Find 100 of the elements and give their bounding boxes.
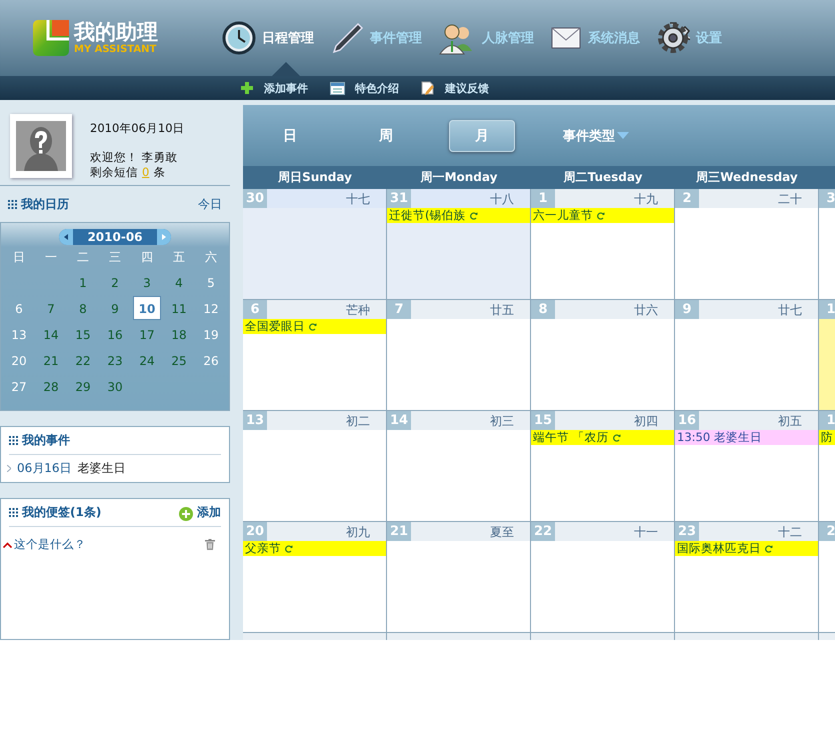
lunar-date: 初九: [346, 524, 371, 541]
day-cell[interactable]: 1: [818, 300, 835, 411]
view-tab[interactable]: 日: [257, 120, 323, 152]
date-cell[interactable]: 21: [37, 348, 65, 372]
date-cell[interactable]: 27: [5, 374, 33, 398]
date-cell[interactable]: 30: [101, 374, 129, 398]
date-cell[interactable]: 6: [5, 296, 33, 320]
day-cell[interactable]: 14 初三: [386, 411, 531, 522]
day-cell[interactable]: 22 十一: [530, 522, 675, 633]
day-cell[interactable]: 3: [818, 189, 835, 300]
calendar-event[interactable]: 国际奥林匹克日: [675, 541, 818, 556]
calendar-event[interactable]: 父亲节: [243, 541, 386, 556]
date-cell[interactable]: 14: [37, 322, 65, 346]
date-cell[interactable]: 13: [5, 322, 33, 346]
date-cell[interactable]: 3: [133, 270, 161, 294]
calendar-event[interactable]: 端午节 「农历: [531, 430, 674, 445]
day-cell[interactable]: 31 十八 迁徙节(锡伯族: [386, 189, 531, 300]
weekday-header: 周一Monday: [387, 166, 531, 189]
calendar-event[interactable]: 六一儿童节: [531, 208, 674, 223]
date-cell[interactable]: 22: [69, 348, 97, 372]
date-cell[interactable]: 1: [69, 270, 97, 294]
calendar-event[interactable]: 防: [819, 430, 835, 445]
nav-tab[interactable]: 事件管理: [330, 21, 428, 55]
day-cell[interactable]: 2 二十: [674, 189, 819, 300]
subnav-link[interactable]: 添加事件: [240, 80, 308, 96]
calendar-event[interactable]: 迁徙节(锡伯族: [387, 208, 530, 223]
logo-icon: [32, 19, 70, 57]
day-cell[interactable]: [386, 633, 531, 640]
date-cell[interactable]: 24: [133, 348, 161, 372]
date-cell[interactable]: 10: [133, 296, 161, 320]
date-cell[interactable]: 18: [165, 322, 193, 346]
date-cell[interactable]: 12: [197, 296, 225, 320]
date-cell[interactable]: 23: [101, 348, 129, 372]
date-cell[interactable]: 19: [197, 322, 225, 346]
nav-tab[interactable]: 人脉管理: [438, 21, 540, 55]
date-cell[interactable]: 7: [37, 296, 65, 320]
right-arrow-icon: [162, 234, 166, 240]
event-type-dropdown[interactable]: 事件类型: [563, 126, 629, 144]
date-cell[interactable]: 17: [133, 322, 161, 346]
day-cell[interactable]: 30 十七: [243, 189, 387, 300]
subnav-link[interactable]: 特色介绍: [330, 80, 399, 96]
repeat-icon: [309, 322, 317, 330]
day-cell[interactable]: 6 芒种 全国爱眼日: [243, 300, 387, 411]
lunar-date: 廿六: [634, 302, 659, 319]
nav-tab[interactable]: 日程管理: [222, 21, 320, 55]
day-cell[interactable]: 8 廿六: [530, 300, 675, 411]
date-cell[interactable]: 26: [197, 348, 225, 372]
day-cell[interactable]: 9 廿七: [674, 300, 819, 411]
date-cell[interactable]: 11: [165, 296, 193, 320]
today-link[interactable]: 今日: [198, 196, 222, 213]
day-cell[interactable]: 1 防: [818, 411, 835, 522]
nav-tab[interactable]: 系统消息: [550, 25, 646, 51]
date-cell[interactable]: 2: [101, 270, 129, 294]
grip-icon: [9, 436, 18, 445]
day-cell[interactable]: [530, 633, 675, 640]
date-cell[interactable]: 5: [197, 270, 225, 294]
pen-icon: [330, 21, 364, 55]
nav-tab[interactable]: 设置: [656, 21, 728, 55]
day-cell[interactable]: 1 十九 六一儿童节: [530, 189, 675, 300]
date-cell[interactable]: 29: [69, 374, 97, 398]
day-number: 21: [387, 522, 411, 541]
date-cell[interactable]: 9: [101, 296, 129, 320]
event-date-link[interactable]: 06月16日: [17, 460, 72, 477]
date-cell[interactable]: 25: [165, 348, 193, 372]
day-number: 1: [531, 189, 555, 208]
day-cell[interactable]: 15 初四 端午节 「农历: [530, 411, 675, 522]
view-tab[interactable]: 周: [353, 120, 419, 152]
date-cell[interactable]: 16: [101, 322, 129, 346]
date-cell[interactable]: 8: [69, 296, 97, 320]
next-month-button[interactable]: [156, 229, 171, 245]
current-date: 2010年06月10日: [90, 121, 185, 136]
date-cell[interactable]: 20: [5, 348, 33, 372]
date-cell[interactable]: 15: [69, 322, 97, 346]
calendar-event[interactable]: 13:50 老婆生日: [675, 430, 818, 445]
day-cell[interactable]: 7 廿五: [386, 300, 531, 411]
weekday-label: 日: [12, 249, 26, 266]
day-cell[interactable]: 21 夏至: [386, 522, 531, 633]
subnav-link[interactable]: 建议反馈: [421, 80, 489, 96]
day-cell[interactable]: 20 初九 父亲节: [243, 522, 387, 633]
prev-month-button[interactable]: [59, 229, 74, 245]
date-cell[interactable]: 4: [165, 270, 193, 294]
lunar-date: 夏至: [490, 524, 515, 541]
day-cell[interactable]: [243, 633, 387, 640]
day-number: 13: [243, 411, 267, 430]
day-cell[interactable]: 2: [818, 522, 835, 633]
day-cell[interactable]: [674, 633, 819, 640]
lunar-date: 芒种: [346, 302, 371, 319]
weekday-label: 四: [140, 249, 154, 266]
add-note-button[interactable]: 添加: [179, 504, 221, 521]
day-number: 3: [819, 189, 835, 208]
day-cell[interactable]: 16 初五 13:50 老婆生日: [674, 411, 819, 522]
lunar-date: 初四: [634, 413, 659, 430]
day-number: 20: [243, 522, 267, 541]
view-tab[interactable]: 月: [449, 120, 515, 152]
weekday-label: 一: [44, 249, 58, 266]
calendar-event[interactable]: 全国爱眼日: [243, 319, 386, 334]
day-cell[interactable]: 13 初二: [243, 411, 387, 522]
day-cell[interactable]: 23 十二 国际奥林匹克日: [674, 522, 819, 633]
trash-icon[interactable]: [205, 539, 215, 550]
date-cell[interactable]: 28: [37, 374, 65, 398]
